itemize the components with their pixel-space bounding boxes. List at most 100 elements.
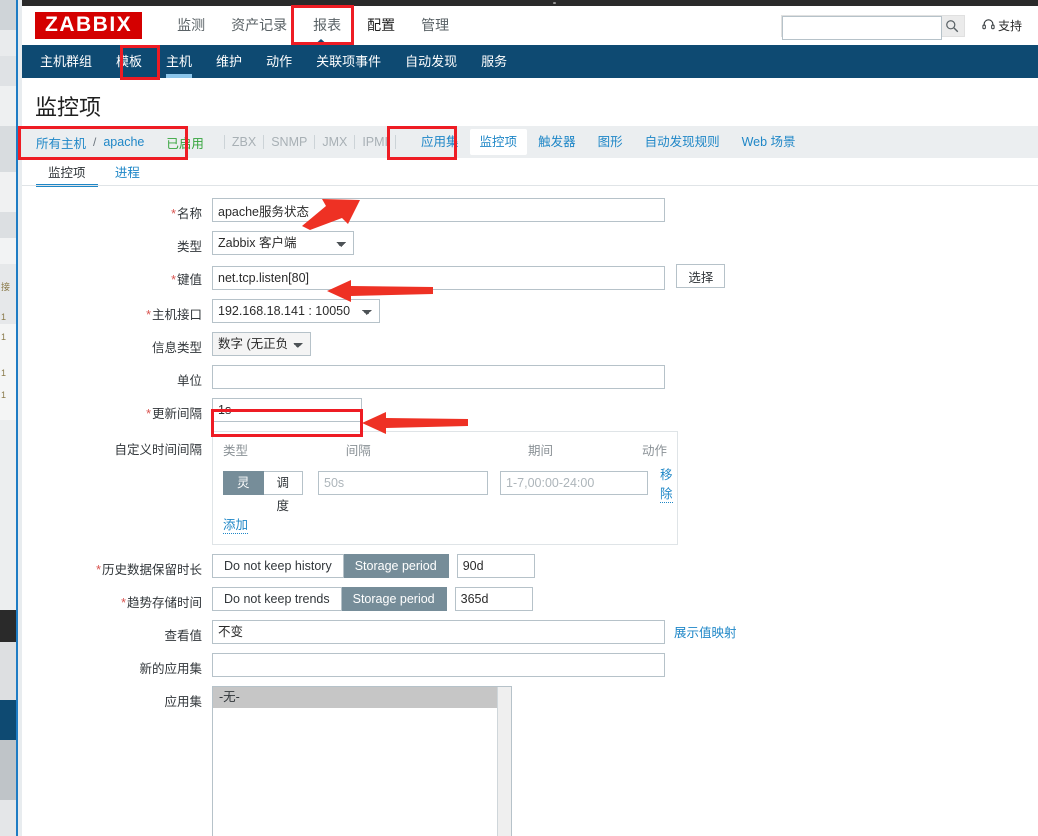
header-type: 类型 <box>223 443 249 458</box>
bg-window-text: 1 <box>1 390 7 400</box>
label-applications: 应用集 <box>164 694 202 709</box>
field-row-update-interval: *更新间隔 <box>22 397 1038 422</box>
subnav-item-hosts[interactable]: 主机 <box>154 45 204 78</box>
sub-navigation: 主机群组 模板 主机 维护 动作 关联项事件 自动发现 服务 <box>22 45 1038 78</box>
entity-tab-items[interactable]: 监控项 <box>469 129 528 155</box>
custom-period-input[interactable] <box>500 471 649 495</box>
tab-preprocessing[interactable]: 进程 <box>103 158 152 187</box>
label-name: *名称 <box>171 207 202 221</box>
required-marker: * <box>146 307 151 322</box>
new-application-input[interactable] <box>212 652 665 677</box>
history-do-not-keep[interactable]: Do not keep history <box>212 553 344 578</box>
header-interval: 间隔 <box>345 443 371 458</box>
interval-type-toggle: 灵活 调度 <box>223 471 304 513</box>
history-storage-period[interactable]: Storage period <box>343 553 449 578</box>
host-status-badge: 已启用 <box>166 136 204 151</box>
control-trends: Do not keep trends Storage period <box>212 586 1038 611</box>
label-units: 单位 <box>176 373 202 388</box>
label-history: *历史数据保留时长 <box>96 562 202 577</box>
main-menu-item-administration[interactable]: 管理 <box>408 6 462 45</box>
custom-interval-input[interactable] <box>318 471 489 495</box>
control-applications: -无- <box>212 685 1038 836</box>
history-period-input[interactable] <box>456 553 535 578</box>
breadcrumb-host-name[interactable]: apache <box>103 135 144 149</box>
bg-window-text: 接 <box>1 282 11 292</box>
header-action: 动作 <box>641 443 667 458</box>
control-new-application <box>212 652 1038 677</box>
select-key-button[interactable]: 选择 <box>676 264 726 288</box>
support-link[interactable]: 支持 <box>982 17 1022 34</box>
entity-tab-web-scenarios[interactable]: Web 场景 <box>731 126 807 158</box>
control-value-type: 数字 (无正负) <box>212 331 1038 356</box>
field-row-trends: *趋势存储时间 Do not keep trends Storage perio… <box>22 586 1038 611</box>
entity-tab-triggers[interactable]: 触发器 <box>527 126 587 158</box>
main-menu-item-inventory[interactable]: 资产记录 <box>218 6 300 45</box>
show-value-select[interactable]: 不变 <box>212 619 665 644</box>
page-title: 监控项 <box>35 95 102 120</box>
interval-type-scheduling[interactable]: 调度 <box>263 471 304 513</box>
field-row-units: 单位 <box>22 364 1038 389</box>
trends-do-not-keep[interactable]: Do not keep trends <box>212 586 342 611</box>
field-row-show-value: 查看值 不变 展示值映射 <box>22 619 1038 644</box>
zabbix-app-window: 接 1 1 1 1 ZABBIX 监测 资产记录 报表 配置 管理 支持 主机群… <box>0 0 1038 836</box>
app-header: ZABBIX 监测 资产记录 报表 配置 管理 支持 <box>22 6 1038 45</box>
header-right: 支持 <box>780 14 1038 40</box>
control-host-interface: 192.168.18.141 : 10050 <box>212 298 1038 323</box>
search-input[interactable] <box>781 15 942 40</box>
control-key: 选择 <box>212 264 1038 290</box>
field-row-value-type: 信息类型 数字 (无正负) <box>22 331 1038 356</box>
update-interval-input[interactable] <box>212 397 362 422</box>
entity-tab-applications[interactable]: 应用集 <box>410 126 470 158</box>
remove-interval-link[interactable]: 移除 <box>660 464 673 503</box>
value-mapping-link[interactable]: 展示值映射 <box>674 622 737 641</box>
add-interval-link[interactable]: 添加 <box>223 514 249 534</box>
key-input[interactable] <box>212 265 665 290</box>
label-trends: *趋势存储时间 <box>121 595 202 610</box>
control-custom-intervals: 类型 间隔 期间 动作 灵活 调度 移除 <box>212 430 1038 545</box>
field-row-custom-intervals: 自定义时间间隔 类型 间隔 期间 动作 灵活 调度 50s 1-7,00:00-… <box>22 430 1038 545</box>
subnav-item-correlation[interactable]: 关联项事件 <box>304 45 393 78</box>
bg-window-text: 1 <box>1 332 7 342</box>
custom-intervals-header: 类型 间隔 期间 动作 <box>223 440 667 459</box>
breadcrumb-all-hosts[interactable]: 所有主机 <box>36 133 86 152</box>
units-input[interactable] <box>212 364 665 389</box>
interval-type-flexible[interactable]: 灵活 <box>223 471 264 513</box>
control-show-value: 不变 展示值映射 <box>212 619 1038 644</box>
applications-listbox[interactable]: -无- <box>212 685 512 836</box>
entity-tab-graphs[interactable]: 图形 <box>587 126 634 158</box>
subnav-item-services[interactable]: 服务 <box>469 45 519 78</box>
main-menu-item-monitoring[interactable]: 监测 <box>164 6 218 45</box>
application-option-none[interactable]: -无- <box>213 686 511 708</box>
type-select[interactable]: Zabbix 客户端 <box>212 231 354 255</box>
subnav-item-discovery[interactable]: 自动发现 <box>393 45 469 78</box>
support-label: 支持 <box>997 19 1022 33</box>
protocol-snmp: SNMP <box>264 135 316 149</box>
breadcrumb: 所有主机 / apache 已启用 ZBX SNMP JMX IPMI 应用集 … <box>22 126 1038 158</box>
trends-period-input[interactable] <box>454 586 533 611</box>
required-marker: * <box>121 595 126 610</box>
subnav-item-templates[interactable]: 模板 <box>104 45 154 78</box>
field-row-new-application: 新的应用集 <box>22 652 1038 677</box>
form-tabs: 监控项 进程 <box>22 158 1038 187</box>
subnav-item-maintenance[interactable]: 维护 <box>204 45 254 78</box>
tab-item[interactable]: 监控项 <box>36 158 98 187</box>
value-type-select[interactable]: 数字 (无正负) <box>212 331 311 356</box>
search-icon[interactable] <box>945 19 959 33</box>
main-menu-item-configuration[interactable]: 配置 <box>354 6 408 45</box>
headset-icon <box>982 18 998 34</box>
host-interface-select[interactable]: 192.168.18.141 : 10050 <box>212 298 380 323</box>
listbox-scrollbar[interactable] <box>497 686 511 836</box>
name-input[interactable] <box>212 198 665 222</box>
control-history: Do not keep history Storage period <box>212 553 1038 578</box>
subnav-item-actions[interactable]: 动作 <box>254 45 304 78</box>
field-row-key: *键值 选择 <box>22 264 1038 290</box>
subnav-item-hostgroups[interactable]: 主机群组 <box>28 45 104 78</box>
control-units <box>212 364 1038 389</box>
protocol-ipmi: IPMI <box>355 135 397 149</box>
global-search[interactable] <box>780 14 965 40</box>
custom-intervals-table: 类型 间隔 期间 动作 灵活 调度 移除 <box>212 430 678 545</box>
trends-storage-period[interactable]: Storage period <box>341 586 447 611</box>
required-marker: * <box>146 406 151 421</box>
zabbix-logo: ZABBIX <box>35 12 143 39</box>
entity-tab-discovery-rules[interactable]: 自动发现规则 <box>634 126 731 158</box>
